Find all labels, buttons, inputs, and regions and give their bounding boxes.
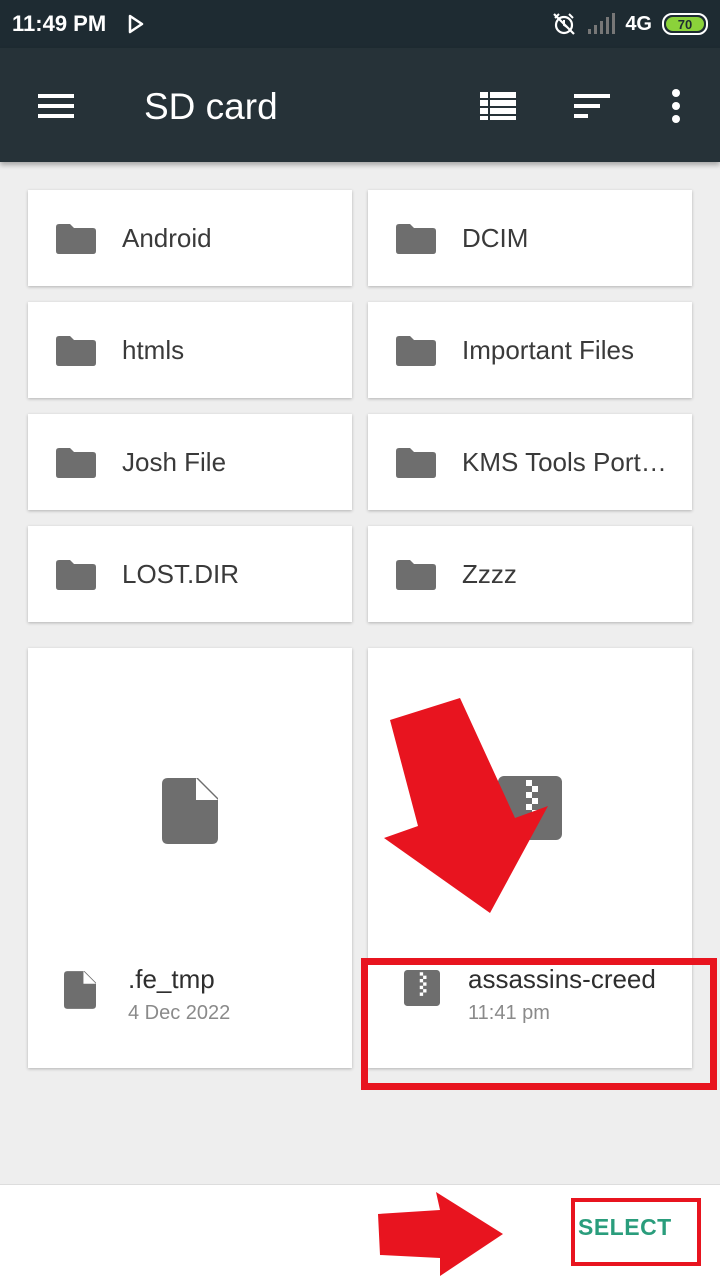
folder-name: LOST.DIR [122,559,240,589]
file-thumbnail [368,648,692,960]
folder-icon [396,448,436,478]
play-store-icon [128,14,144,34]
folder-item[interactable]: LOST.DIR [28,526,352,622]
folder-name: Zzzz [462,559,517,589]
status-indicators: 4G 70 [551,10,708,38]
folder-item[interactable]: Android [28,190,352,286]
folder-item[interactable]: Josh File [28,414,352,510]
highlight-box [571,1198,701,1266]
folder-name: Josh File [122,447,227,477]
battery-level: 70 [666,17,704,32]
file-date: 4 Dec 2022 [128,1002,231,1024]
more-vert-icon [672,89,680,123]
folder-name: htmls [122,335,185,365]
sort-button[interactable] [570,84,614,128]
network-type: 4G [625,12,652,35]
more-options-button[interactable] [654,84,698,128]
file-name: .fe_tmp [128,964,215,994]
folder-icon [56,336,96,366]
folder-item[interactable]: Zzzz [368,526,692,622]
folder-item[interactable]: KMS Tools Portable [368,414,692,510]
file-item[interactable]: .fe_tmp 4 Dec 2022 [28,648,352,1068]
folder-name: Android [122,223,212,253]
list-view-button[interactable] [476,84,520,128]
page-title: SD card [144,86,278,127]
folder-icon [396,560,436,590]
signal-icon [588,13,616,34]
folder-name: DCIM [462,223,529,253]
zip-file-icon [498,776,562,840]
folder-icon [56,560,96,590]
file-thumbnail [28,648,352,960]
status-time: 11:49 PM [12,11,107,36]
highlight-box [361,958,717,1090]
status-bar: 11:49 PM 4G 70 [0,0,720,48]
menu-button[interactable] [28,84,84,128]
file-icon [162,778,218,844]
folder-name: Important Files [462,335,634,365]
app-bar: SD card [0,48,720,162]
folder-name: KMS Tools Portable [462,447,674,477]
menu-icon [38,94,74,118]
folder-icon [56,224,96,254]
alarm-off-icon [553,13,576,35]
folder-item[interactable]: Important Files [368,302,692,398]
folder-icon [396,224,436,254]
list-view-icon [480,92,516,120]
sort-icon [574,94,610,118]
folder-icon [396,336,436,366]
folder-icon [56,448,96,478]
folder-item[interactable]: DCIM [368,190,692,286]
battery-icon: 70 [662,13,708,35]
file-icon [64,971,96,1009]
folder-item[interactable]: htmls [28,302,352,398]
